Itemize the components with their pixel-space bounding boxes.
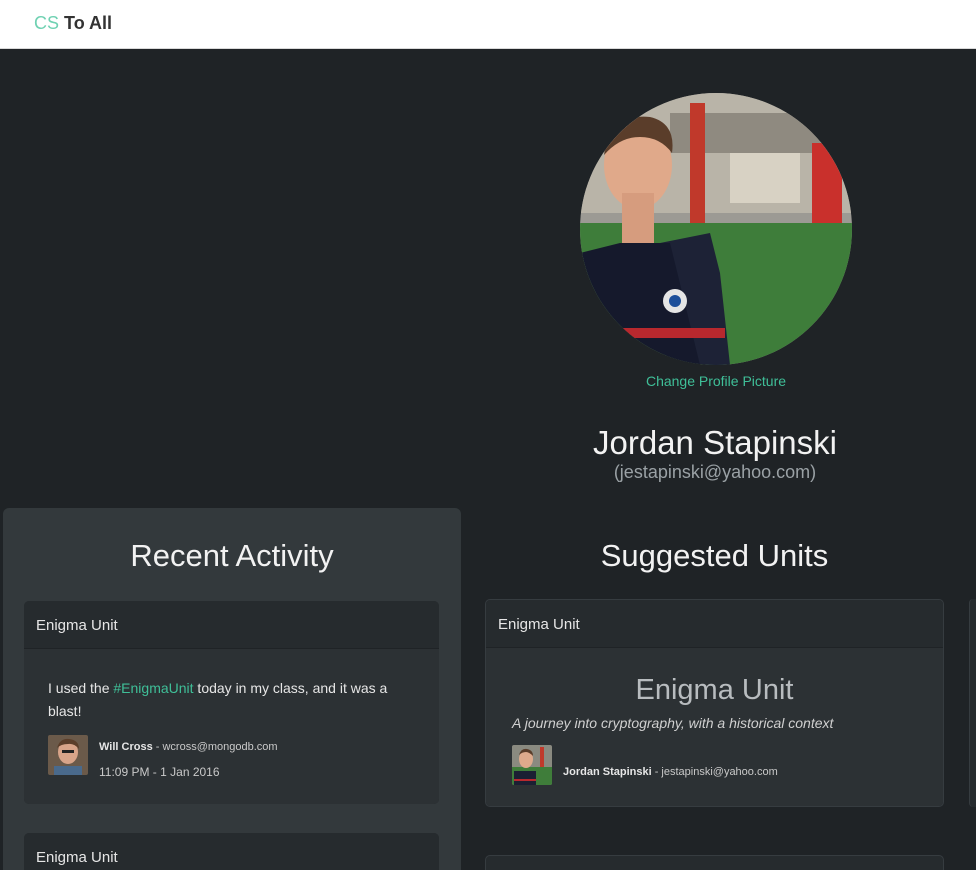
unit-card-body: Enigma Unit A journey into cryptography,… [486, 648, 943, 806]
author-line: Will Cross - wcross@mongodb.com [99, 741, 278, 753]
unit-author-name: Jordan Stapinski [563, 766, 652, 778]
unit-description: A journey into cryptography, with a hist… [512, 715, 834, 731]
suggested-units-title: Suggested Units [600, 538, 829, 573]
activity-card[interactable]: Enigma Unit [24, 833, 439, 870]
recent-activity-title: Recent Activity [130, 538, 334, 573]
brand-logo[interactable]: CS To All [34, 13, 112, 34]
author-email: - wcross@mongodb.com [152, 741, 278, 753]
author-avatar [512, 745, 552, 785]
unit-card[interactable] [485, 855, 944, 870]
profile-name: Jordan Stapinski [593, 424, 837, 461]
activity-timestamp: 11:09 PM - 1 Jan 2016 [99, 765, 220, 779]
activity-text: I used the #EnigmaUnit today in my class… [48, 677, 423, 723]
activity-card-header: Enigma Unit [24, 601, 439, 649]
activity-card[interactable]: Enigma Unit I used the #EnigmaUnit today… [24, 601, 439, 804]
unit-author-email: - jestapinski@yahoo.com [651, 766, 778, 778]
profile-email: (jestapinski@yahoo.com) [613, 462, 817, 482]
profile-picture [580, 93, 852, 365]
navbar: CS To All [0, 0, 976, 49]
unit-card-header: Enigma Unit [486, 600, 943, 648]
unit-name[interactable]: Enigma Unit [486, 674, 943, 707]
next-unit-card-edge[interactable] [969, 599, 976, 807]
author-avatar [48, 735, 88, 775]
unit-card[interactable]: Enigma Unit Enigma Unit A journey into c… [485, 599, 944, 807]
unit-author-line: Jordan Stapinski - jestapinski@yahoo.com [563, 766, 778, 778]
brand-prefix: CS [34, 13, 60, 33]
change-profile-picture-link[interactable]: Change Profile Picture [580, 373, 852, 389]
hashtag-link[interactable]: #EnigmaUnit [113, 680, 193, 696]
brand-suffix: To All [64, 13, 113, 33]
activity-card-header: Enigma Unit [24, 833, 439, 870]
activity-card-body: I used the #EnigmaUnit today in my class… [24, 649, 439, 804]
author-name: Will Cross [99, 741, 153, 753]
activity-text-before: I used the [48, 680, 114, 696]
